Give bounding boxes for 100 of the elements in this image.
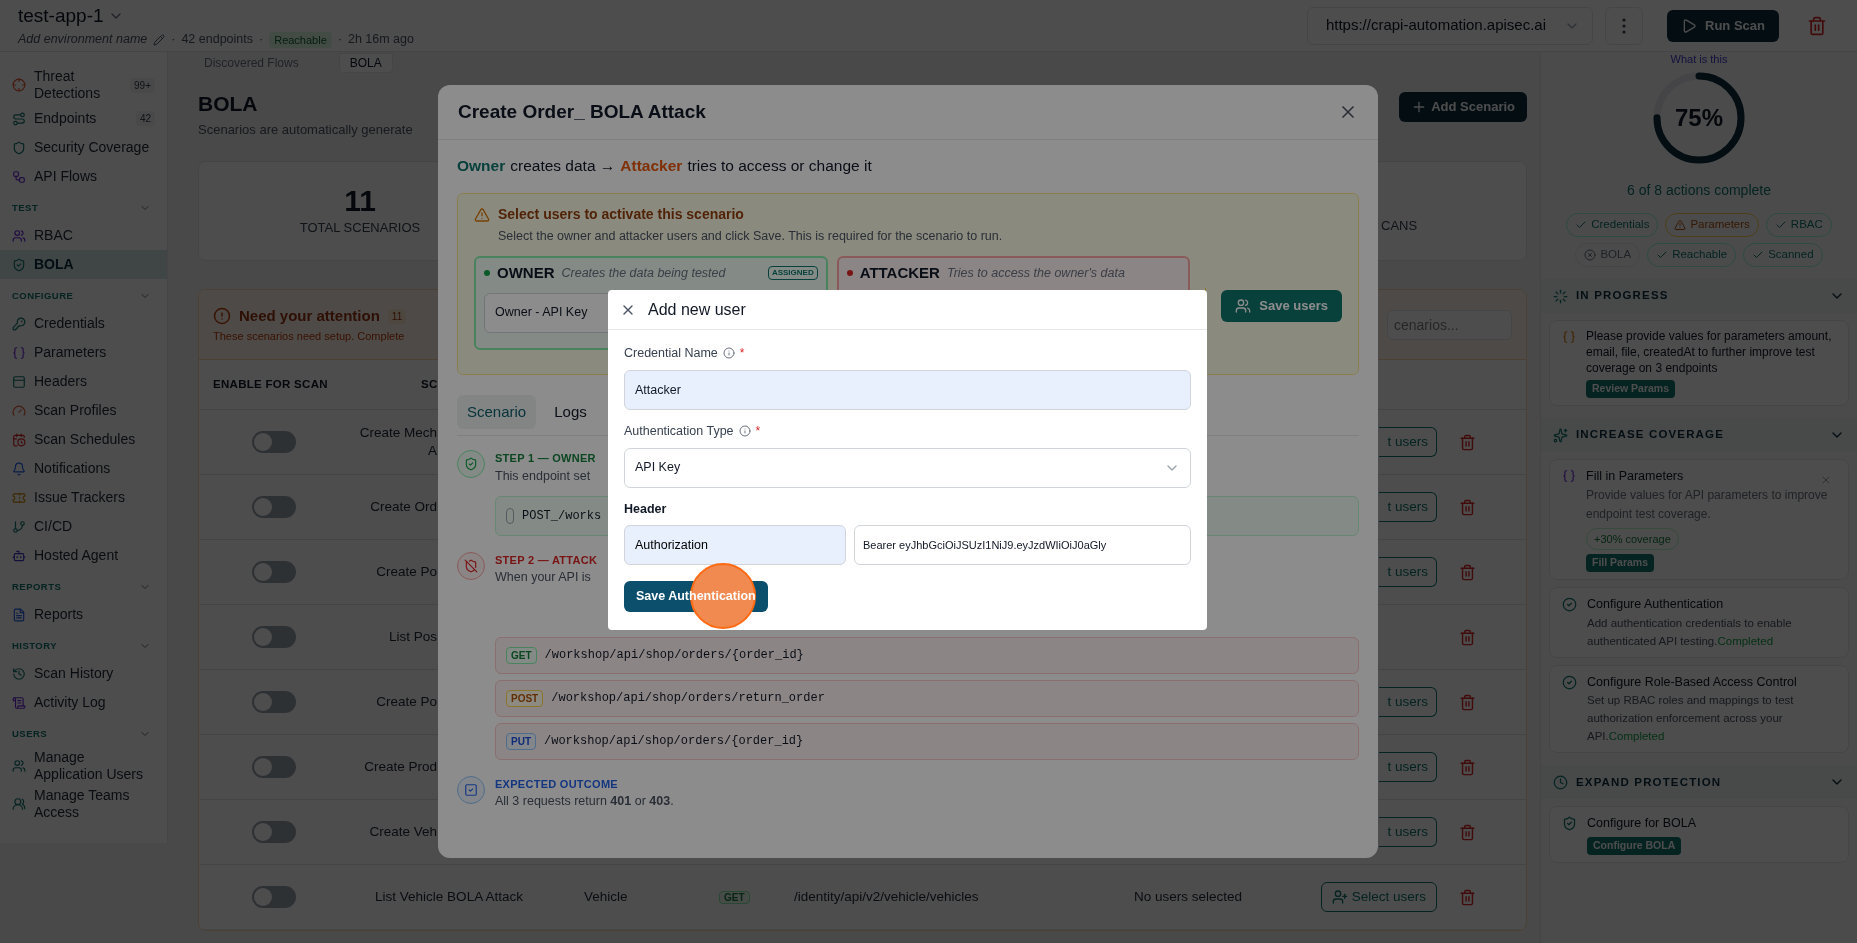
nav-icon bbox=[12, 759, 26, 773]
check-icon bbox=[1656, 249, 1669, 261]
page-title: BOLA bbox=[198, 91, 259, 117]
page-tab[interactable]: BOLA bbox=[338, 53, 393, 73]
card-title: Configure Role-Based Access Control bbox=[1587, 673, 1797, 691]
role-hint: Tries to access the owner's data bbox=[946, 264, 1125, 282]
card-action-button[interactable]: Configure BOLA bbox=[1587, 837, 1682, 855]
delete-icon[interactable] bbox=[1459, 628, 1476, 646]
nav-icon bbox=[12, 316, 26, 331]
warning-icon bbox=[474, 206, 490, 223]
header-name-field[interactable]: Authorization bbox=[624, 525, 846, 566]
more-button[interactable] bbox=[1605, 6, 1644, 45]
separator: · bbox=[259, 31, 264, 49]
delete-icon[interactable] bbox=[1459, 563, 1476, 581]
text-field[interactable]: Attacker bbox=[624, 369, 1191, 410]
role-name: ATTACKER bbox=[859, 263, 940, 283]
toggle-switch[interactable] bbox=[252, 886, 296, 908]
delete-icon[interactable] bbox=[1459, 823, 1476, 841]
delete-icon[interactable] bbox=[1459, 498, 1476, 516]
toggle-switch[interactable] bbox=[252, 821, 296, 843]
select-users-button[interactable]: t users bbox=[1379, 752, 1437, 782]
nav-icon bbox=[12, 490, 26, 505]
flow-text: Owner bbox=[457, 156, 506, 176]
delete-icon[interactable] bbox=[1459, 433, 1476, 451]
toggle-switch[interactable] bbox=[252, 496, 296, 518]
save-users-button[interactable]: Save users bbox=[1221, 290, 1342, 322]
more-icon bbox=[1622, 17, 1627, 34]
section-icon bbox=[1553, 774, 1568, 790]
category-cell-text: Vehicle bbox=[583, 887, 629, 906]
select-users-button[interactable]: t users bbox=[1379, 687, 1437, 717]
card-action-button[interactable]: Review Params bbox=[1586, 380, 1676, 398]
card-action-button[interactable]: Fill Params bbox=[1586, 553, 1655, 572]
select-users-button[interactable]: t users bbox=[1379, 427, 1437, 457]
toggle-switch[interactable] bbox=[252, 561, 296, 583]
flow-text: Attacker bbox=[620, 156, 683, 176]
check-icon bbox=[1774, 219, 1787, 231]
modal-tab[interactable]: Logs bbox=[544, 395, 597, 430]
scenario-name: Create Prod bbox=[364, 758, 437, 776]
nav-icon bbox=[12, 228, 26, 243]
endpoint-path: /workshop/api/shop/orders/return_order bbox=[551, 690, 825, 708]
section-heading: TEST bbox=[12, 200, 39, 215]
method-badge: GET bbox=[719, 890, 750, 904]
scenario-name: Create Po bbox=[376, 693, 437, 711]
delete-icon[interactable] bbox=[1459, 693, 1476, 711]
alert-text: Select the owner and attacker users and click Save. This is required for the scenario to run. bbox=[497, 228, 1004, 246]
required-mark: * bbox=[755, 423, 761, 441]
method-badge: GET bbox=[506, 646, 537, 664]
select-users-button[interactable]: Select users bbox=[1320, 882, 1437, 912]
nav-icon bbox=[12, 461, 26, 476]
scenario-name: Create Veh bbox=[369, 823, 437, 841]
scenario-name: Create Ord bbox=[370, 498, 437, 516]
url-select[interactable]: https://crapi-automation.apisec.ai bbox=[1306, 6, 1594, 45]
add-scenario-button[interactable]: Add Scenario bbox=[1399, 92, 1527, 122]
users-cell-text: No users selected bbox=[1133, 887, 1244, 906]
method-badge: PUT bbox=[506, 732, 536, 750]
select-users-button[interactable]: t users bbox=[1379, 817, 1437, 847]
select-users-button[interactable]: t users bbox=[1379, 557, 1437, 587]
sidebar-item[interactable]: BOLA bbox=[0, 250, 167, 279]
attention-title: Need your attention bbox=[239, 306, 380, 326]
select-field[interactable]: API Key bbox=[624, 447, 1191, 488]
nav-icon bbox=[12, 607, 26, 622]
nav-icon bbox=[12, 111, 26, 126]
pencil-icon[interactable] bbox=[153, 33, 166, 46]
step-title: STEP 1 — OWNER bbox=[495, 451, 596, 467]
flow-text: tries to access or change it bbox=[687, 156, 872, 176]
step-icon bbox=[457, 551, 485, 580]
progress-percent: 75% bbox=[1673, 103, 1724, 133]
select-users-button[interactable]: t users bbox=[1379, 492, 1437, 522]
user-plus-icon bbox=[1331, 889, 1348, 905]
section-icon bbox=[1553, 427, 1568, 443]
scenario-name: List Pos bbox=[388, 628, 437, 646]
stat-label: TOTAL SCENARIOS bbox=[299, 219, 421, 238]
help-link[interactable]: What is this bbox=[1670, 52, 1728, 66]
section-heading: HISTORY bbox=[12, 638, 58, 653]
modal-tab[interactable]: Scenario bbox=[457, 395, 537, 430]
step-icon bbox=[457, 775, 485, 804]
delete-icon[interactable] bbox=[1459, 888, 1476, 906]
url-text: https://crapi-automation.apisec.ai bbox=[1324, 15, 1548, 36]
modal-title: Create Order_ BOLA Attack bbox=[458, 99, 706, 124]
header-value-field[interactable]: Bearer eyJhbGciOiJSUzI1NiJ9.eyJzdWIiOiJ0aGly bbox=[854, 525, 1191, 566]
info-icon[interactable] bbox=[738, 425, 751, 438]
x-circle-icon bbox=[1584, 249, 1597, 261]
delete-icon[interactable] bbox=[1459, 758, 1476, 776]
braces-icon bbox=[1562, 330, 1576, 344]
nav-icon bbox=[12, 797, 26, 811]
scenario-name: A bbox=[428, 442, 437, 460]
attention-text: These scenarios need setup. Complete bbox=[213, 328, 406, 344]
section-heading: CONFIGURE bbox=[12, 288, 74, 303]
toggle-switch[interactable] bbox=[252, 756, 296, 778]
info-icon[interactable] bbox=[722, 347, 735, 360]
shield-icon bbox=[1562, 816, 1577, 832]
endpoint-path: /workshop/api/shop/orders/{order_id} bbox=[544, 647, 804, 665]
delete-icon[interactable] bbox=[1807, 15, 1827, 36]
toggle-switch[interactable] bbox=[252, 626, 296, 648]
run-scan-button[interactable]: Run Scan bbox=[1667, 9, 1779, 42]
toggle-switch[interactable] bbox=[252, 431, 296, 453]
toggle-switch[interactable] bbox=[252, 691, 296, 713]
section-heading: USERS bbox=[12, 726, 48, 741]
step-text: When your API is bbox=[495, 569, 591, 586]
count-badge: 42 bbox=[135, 111, 155, 126]
